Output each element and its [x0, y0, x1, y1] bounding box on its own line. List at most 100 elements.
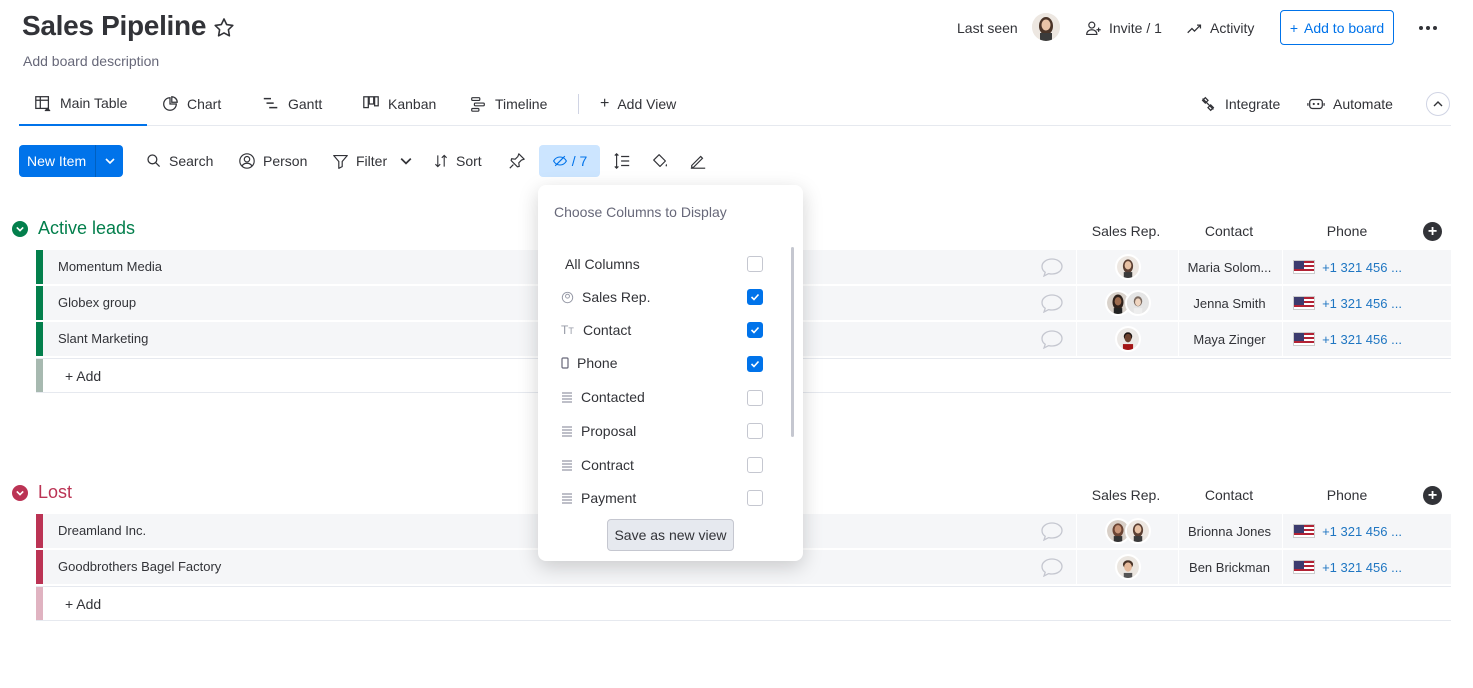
- chevron-down-icon[interactable]: [12, 484, 28, 501]
- item-name[interactable]: Goodbrothers Bagel Factory: [58, 559, 221, 574]
- tab-chart[interactable]: Chart: [161, 82, 221, 126]
- tab-gantt[interactable]: Gantt: [262, 82, 322, 126]
- phone-link[interactable]: +1 321 456 ...: [1322, 560, 1402, 575]
- collapse-header-button[interactable]: [1426, 92, 1450, 116]
- add-item-label[interactable]: + Add: [65, 596, 101, 612]
- color-button[interactable]: [651, 145, 669, 177]
- dropdown-item-contacted[interactable]: Contacted: [561, 385, 761, 409]
- phone-cell[interactable]: +1 321 456 ...: [1282, 286, 1412, 320]
- phone-link[interactable]: +1 321 456 ...: [1322, 332, 1402, 347]
- format-button[interactable]: [689, 145, 707, 177]
- contact-cell[interactable]: Ben Brickman: [1178, 550, 1280, 584]
- comment-icon[interactable]: [1040, 557, 1064, 577]
- item-name[interactable]: Dreamland Inc.: [58, 523, 146, 538]
- phone-cell[interactable]: +1 321 456 ...: [1282, 322, 1412, 356]
- sales-rep-cell[interactable]: [1076, 250, 1178, 284]
- checkbox-phone[interactable]: [747, 356, 763, 372]
- chevron-down-icon[interactable]: [96, 156, 123, 166]
- comment-icon[interactable]: [1040, 257, 1064, 277]
- save-as-new-view-button[interactable]: Save as new view: [607, 519, 734, 551]
- integrate-button[interactable]: Integrate: [1199, 82, 1280, 126]
- dropdown-item-phone[interactable]: Phone: [561, 351, 761, 375]
- dropdown-item-contact[interactable]: TT Contact: [561, 318, 761, 342]
- board-title[interactable]: Sales Pipeline: [22, 10, 206, 42]
- comment-icon[interactable]: [1040, 521, 1064, 541]
- tab-label: Main Table: [60, 95, 128, 111]
- tab-kanban[interactable]: Kanban: [362, 82, 436, 126]
- chevron-down-icon[interactable]: [400, 155, 412, 167]
- person-filter-button[interactable]: Person: [238, 145, 307, 177]
- contact-cell[interactable]: Maya Zinger: [1178, 322, 1280, 356]
- pin-icon: [509, 153, 525, 169]
- checkbox-all-columns[interactable]: [747, 256, 763, 272]
- row-height-button[interactable]: [613, 145, 631, 177]
- dropdown-item-sales-rep[interactable]: Sales Rep.: [561, 285, 761, 309]
- group-title[interactable]: Active leads: [38, 218, 135, 239]
- dropdown-scrollbar[interactable]: [791, 247, 794, 437]
- sales-rep-cell[interactable]: [1076, 322, 1178, 356]
- sales-rep-cell[interactable]: [1076, 286, 1178, 320]
- phone-cell[interactable]: +1 321 456 ...: [1282, 550, 1412, 584]
- column-header-sales-rep[interactable]: Sales Rep.: [1076, 223, 1176, 239]
- checkbox-contacted[interactable]: [747, 390, 763, 406]
- item-name[interactable]: Slant Marketing: [58, 331, 148, 346]
- sales-rep-cell[interactable]: [1076, 514, 1178, 548]
- board-description[interactable]: Add board description: [23, 53, 159, 69]
- dropdown-item-all-columns[interactable]: All Columns: [565, 252, 765, 276]
- dropdown-item-contract[interactable]: Contract: [561, 453, 761, 477]
- phone-link[interactable]: +1 321 456 ...: [1322, 524, 1402, 539]
- phone-link[interactable]: +1 321 456 ...: [1322, 296, 1402, 311]
- group-header-active-leads[interactable]: Active leads: [12, 218, 135, 239]
- pin-button[interactable]: [508, 145, 526, 177]
- dropdown-item-payment[interactable]: Payment: [561, 486, 761, 510]
- item-name[interactable]: Momentum Media: [58, 259, 162, 274]
- column-header-sales-rep[interactable]: Sales Rep.: [1076, 487, 1176, 503]
- contact-cell[interactable]: Maria Solom...: [1178, 250, 1280, 284]
- checkbox-proposal[interactable]: [747, 423, 763, 439]
- group-title[interactable]: Lost: [38, 482, 72, 503]
- new-item-button[interactable]: New Item: [19, 145, 123, 177]
- item-name[interactable]: Globex group: [58, 295, 136, 310]
- automate-button[interactable]: Automate: [1307, 82, 1393, 126]
- add-column-icon[interactable]: +: [1423, 486, 1442, 505]
- phone-cell[interactable]: +1 321 456 ...: [1282, 514, 1412, 548]
- group-header-lost[interactable]: Lost: [12, 482, 72, 503]
- column-header-contact[interactable]: Contact: [1178, 223, 1280, 239]
- tab-main-table[interactable]: Main Table: [19, 82, 147, 126]
- sort-button[interactable]: Sort: [433, 145, 482, 177]
- contact-cell[interactable]: Brionna Jones: [1178, 514, 1280, 548]
- sales-rep-cell[interactable]: [1076, 550, 1178, 584]
- checkbox-sales-rep[interactable]: [747, 289, 763, 305]
- column-header-phone[interactable]: Phone: [1282, 223, 1412, 239]
- checkbox-contract[interactable]: [747, 457, 763, 473]
- avatar[interactable]: [1032, 13, 1060, 41]
- chevron-down-icon[interactable]: [12, 220, 28, 237]
- add-to-board-button[interactable]: + Add to board: [1280, 10, 1394, 45]
- comment-icon[interactable]: [1040, 293, 1064, 313]
- star-icon[interactable]: [212, 16, 236, 40]
- column-header-phone[interactable]: Phone: [1282, 487, 1412, 503]
- checkbox-contact[interactable]: [747, 322, 763, 338]
- search-label: Search: [169, 153, 214, 169]
- contact-cell[interactable]: Jenna Smith: [1178, 286, 1280, 320]
- add-item-label[interactable]: + Add: [65, 368, 101, 384]
- add-column-icon[interactable]: +: [1423, 222, 1442, 241]
- pen-icon: [690, 155, 706, 169]
- phone-cell[interactable]: +1 321 456 ...: [1282, 250, 1412, 284]
- tab-timeline[interactable]: Timeline: [469, 82, 547, 126]
- hide-columns-button[interactable]: / 7: [539, 145, 600, 177]
- checkbox-payment[interactable]: [747, 490, 763, 506]
- column-header-contact[interactable]: Contact: [1178, 487, 1280, 503]
- comment-icon[interactable]: [1040, 329, 1064, 349]
- avatar: [1114, 326, 1141, 352]
- add-view-button[interactable]: + Add View: [600, 82, 676, 126]
- search-button[interactable]: Search: [146, 145, 213, 177]
- activity-button[interactable]: Activity: [1186, 10, 1254, 46]
- last-seen-label[interactable]: Last seen: [957, 10, 1018, 46]
- add-item-row[interactable]: + Add: [36, 586, 1451, 621]
- more-menu-icon[interactable]: [1419, 20, 1443, 36]
- filter-button[interactable]: Filter: [332, 145, 412, 177]
- invite-button[interactable]: Invite / 1: [1085, 10, 1162, 46]
- phone-link[interactable]: +1 321 456 ...: [1322, 260, 1402, 275]
- dropdown-item-proposal[interactable]: Proposal: [561, 419, 761, 443]
